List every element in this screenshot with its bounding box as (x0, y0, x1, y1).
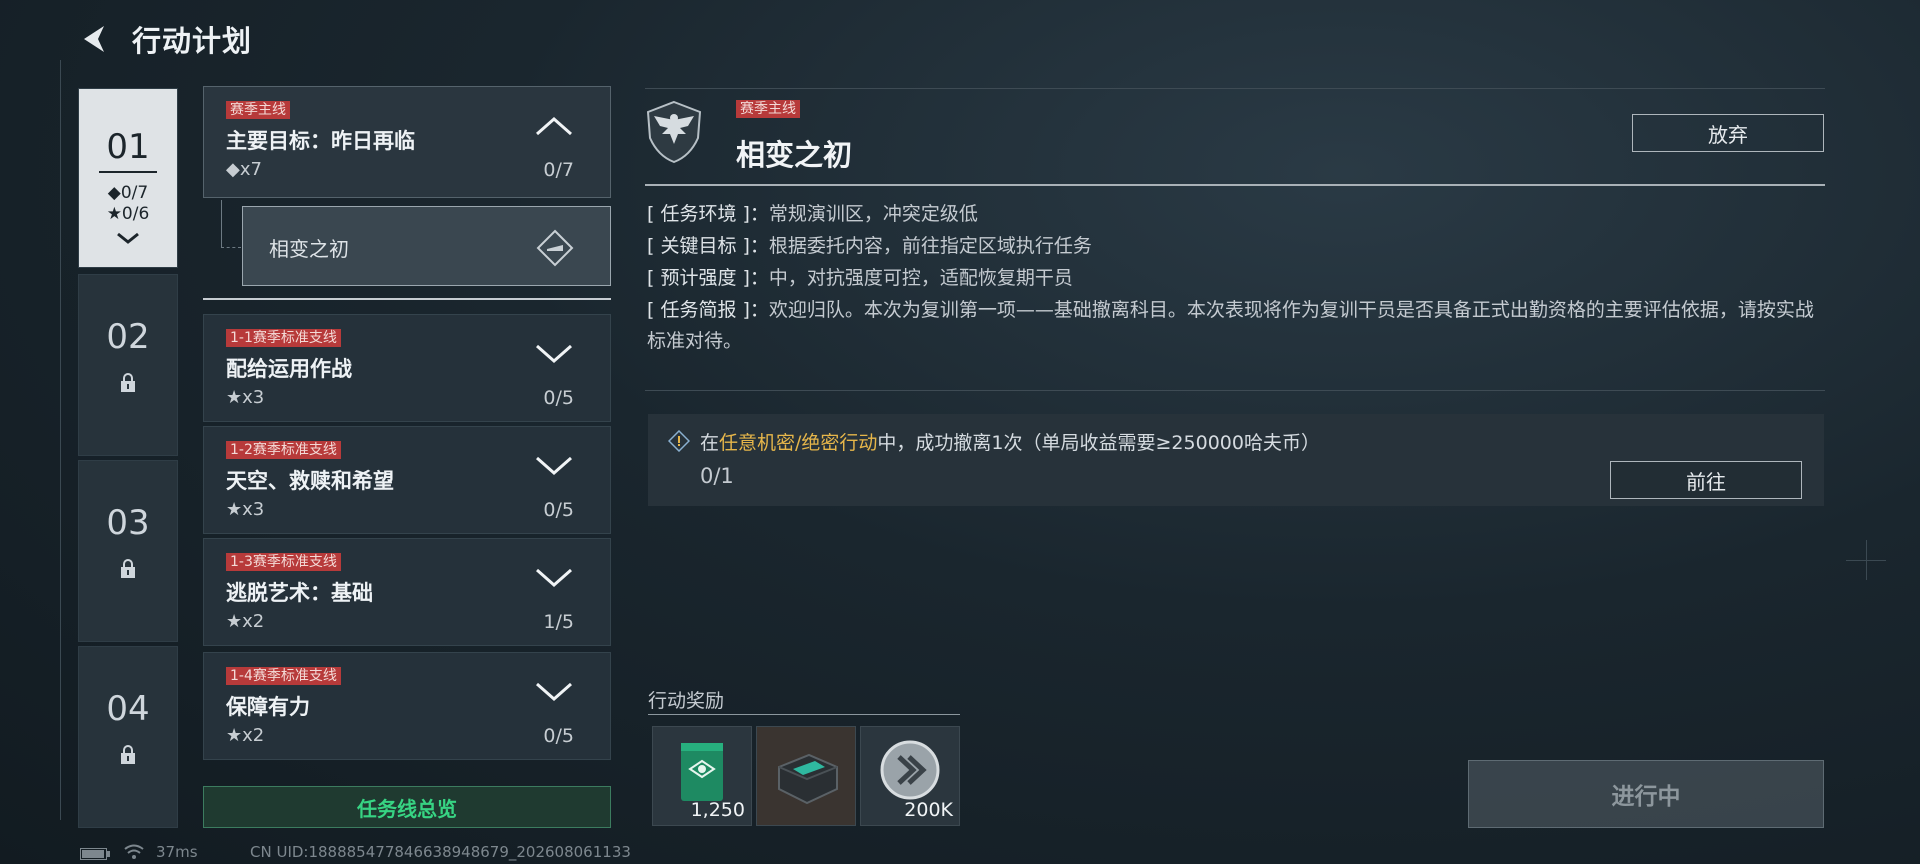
mission-title: 配给运用作战 (226, 357, 352, 381)
chevron-down-icon[interactable] (534, 343, 574, 365)
mission-reward-count: ★x3 (226, 387, 265, 408)
branch-mission-item[interactable]: 1-2赛季标准支线 天空、救赎和希望 ★x3 0/5 (203, 426, 611, 534)
ping-readout: 37ms (156, 843, 198, 861)
info-briefing: [ 任务简报 ]：欢迎归队。本次为复训第一项——基础撤离科目。本次表现将作为复训… (647, 295, 1822, 357)
reward-quantity: 200K (904, 799, 953, 821)
lock-icon (121, 745, 135, 764)
chapter-tab-04[interactable]: 04 (78, 646, 178, 828)
sub-mission-item[interactable]: 相变之初 (242, 206, 611, 286)
chapter-number: 04 (106, 689, 150, 729)
task-description: 在任意机密/绝密行动中，成功撤离1次（单局收益需要≥250000哈夫币） (700, 428, 1320, 455)
decor-line (60, 60, 61, 820)
chevron-down-icon[interactable] (534, 681, 574, 703)
reward-rule (648, 714, 960, 715)
mission-reward-count: ◆x7 (226, 159, 262, 180)
mission-title: 逃脱艺术：基础 (226, 581, 373, 605)
task-highlight: 任意机密/绝密行动 (719, 432, 878, 454)
user-uid: CN UID:18888547784663894867​9_2026080611… (250, 843, 631, 861)
eagle-emblem-icon (646, 100, 702, 164)
mission-progress: 1/5 (543, 611, 574, 633)
task-prefix: 在 (700, 432, 720, 454)
task-suffix: 中，成功撤离1次（单局收益需要≥250000哈夫币） (877, 432, 1320, 454)
main-mission-item[interactable]: 赛季主线 主要目标：昨日再临 ◆x7 0/7 (203, 86, 611, 198)
decor-line (1866, 540, 1867, 580)
mission-overview-button[interactable]: 任务线总览 (203, 786, 611, 828)
page-title: 行动计划 (132, 24, 253, 58)
info-key: [ 任务环境 ]： (647, 203, 769, 225)
info-intensity: [ 预计强度 ]：中，对抗强度可控，适配恢复期干员 (647, 263, 1822, 294)
diamond-target-icon (536, 229, 574, 267)
tree-connector (221, 200, 241, 248)
mission-progress: 0/5 (543, 499, 574, 521)
branch-mission-item[interactable]: 1-4赛季标准支线 保障有力 ★x2 0/5 (203, 652, 611, 760)
chapter-divider (99, 171, 157, 173)
reward-item[interactable] (756, 726, 856, 826)
branch-tag: 1-2赛季标准支线 (226, 441, 341, 459)
branch-mission-item[interactable]: 1-1赛季标准支线 配给运用作战 ★x3 0/5 (203, 314, 611, 422)
goto-button[interactable]: 前往 (1610, 461, 1802, 499)
mission-progress: 0/7 (543, 159, 574, 181)
branch-tag: 1-3赛季标准支线 (226, 553, 341, 571)
info-value: 中，对抗强度可控，适配恢复期干员 (768, 267, 1073, 289)
lock-icon (121, 559, 135, 578)
alert-diamond-icon (668, 430, 690, 452)
season-main-tag: 赛季主线 (736, 100, 800, 118)
branch-tag: 1-1赛季标准支线 (226, 329, 341, 347)
back-arrow-icon[interactable] (78, 22, 112, 56)
chapter-tab-03[interactable]: 03 (78, 460, 178, 642)
reward-quantity: 1,250 (690, 799, 745, 821)
equipment-box-icon (778, 753, 838, 805)
chevron-down-icon[interactable] (534, 567, 574, 589)
list-separator (203, 298, 611, 300)
detail-title: 相变之初 (736, 138, 853, 172)
battery-icon (80, 848, 110, 860)
chevron-up-icon[interactable] (534, 115, 574, 137)
chevron-down-icon (117, 232, 139, 244)
task-card: 在任意机密/绝密行动中，成功撤离1次（单局收益需要≥250000哈夫币） 0/1… (648, 414, 1824, 506)
mission-reward-count: ★x2 (226, 611, 265, 632)
silver-coin-icon (880, 740, 940, 800)
info-key-target: [ 关键目标 ]：根据委托内容，前往指定区域执行任务 (647, 231, 1822, 262)
mission-progress: 0/5 (543, 387, 574, 409)
chapter-diamond-progress: ◆0/7 (107, 183, 149, 203)
info-value: 常规演训区，冲突定级低 (768, 203, 978, 225)
mission-reward-count: ★x3 (226, 499, 265, 520)
branch-mission-item[interactable]: 1-3赛季标准支线 逃脱艺术：基础 ★x2 1/5 (203, 538, 611, 646)
mission-reward-count: ★x2 (226, 725, 265, 746)
info-key: [ 任务简报 ]： (647, 299, 769, 321)
chapter-star-progress: ★0/6 (106, 204, 150, 224)
lock-icon (121, 373, 135, 392)
season-main-tag: 赛季主线 (226, 101, 290, 119)
chapter-number: 02 (106, 317, 150, 357)
mission-title: 主要目标：昨日再临 (226, 129, 415, 153)
chevron-down-icon[interactable] (534, 455, 574, 477)
chapter-number: 01 (106, 127, 150, 167)
panel-mid-rule (645, 390, 1825, 391)
reward-label: 行动奖励 (648, 690, 725, 712)
task-progress: 0/1 (700, 464, 734, 488)
info-environment: [ 任务环境 ]：常规演训区，冲突定级低 (647, 199, 1822, 230)
branch-tag: 1-4赛季标准支线 (226, 667, 341, 685)
mission-title: 保障有力 (226, 695, 310, 719)
chapter-tab-01[interactable]: 01 ◆0/7 ★0/6 (78, 88, 178, 268)
abandon-button[interactable]: 放弃 (1632, 114, 1824, 152)
mission-progress: 0/5 (543, 725, 574, 747)
info-value: 根据委托内容，前往指定区域执行任务 (768, 235, 1092, 257)
panel-top-rule (645, 88, 1825, 89)
in-progress-button: 进行中 (1468, 760, 1824, 828)
chapter-number: 03 (106, 503, 150, 543)
wifi-icon (124, 844, 144, 859)
info-value: 欢迎归队。本次为复训第一项——基础撤离科目。本次表现将作为复训干员是否具备正式出… (647, 299, 1814, 352)
info-key: [ 预计强度 ]： (647, 267, 769, 289)
sub-mission-label: 相变之初 (269, 237, 349, 261)
mission-title: 天空、救赎和希望 (226, 469, 394, 493)
green-card-icon (681, 743, 723, 801)
info-key: [ 关键目标 ]： (647, 235, 769, 257)
chapter-tab-02[interactable]: 02 (78, 274, 178, 456)
reward-item[interactable]: 200K (860, 726, 960, 826)
reward-item[interactable]: 1,250 (652, 726, 752, 826)
title-rule (645, 184, 1825, 186)
